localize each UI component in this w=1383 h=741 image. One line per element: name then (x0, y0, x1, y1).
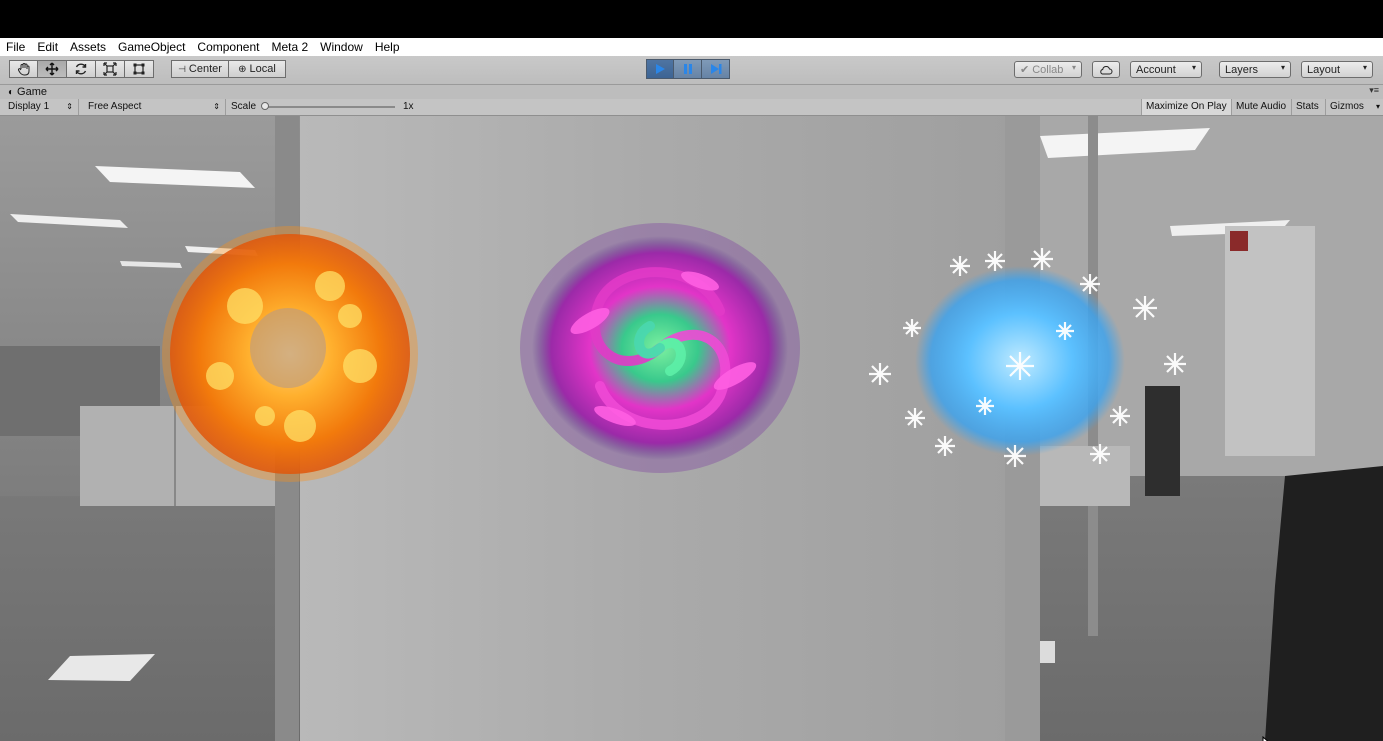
game-tab[interactable]: ◐ Game (8, 86, 47, 98)
scale-slider-track[interactable] (265, 106, 395, 108)
scale-label: Scale (231, 101, 257, 112)
stats-label: Stats (1296, 101, 1319, 112)
right-pillar (1225, 226, 1315, 456)
menu-file[interactable]: File (0, 38, 31, 56)
mute-label: Mute Audio (1236, 101, 1287, 112)
play-icon (656, 64, 665, 74)
mute-audio-toggle[interactable]: Mute Audio (1231, 99, 1290, 115)
aspect-label: Free Aspect (88, 101, 142, 112)
menu-meta2[interactable]: Meta 2 (265, 38, 314, 56)
foreground-chair (1265, 466, 1383, 741)
display-label: Display 1 (8, 101, 50, 112)
tab-menu-icon[interactable]: ▾≡ (1369, 85, 1379, 96)
chevron-down-icon: ▾ (1191, 63, 1196, 72)
collab-dropdown[interactable]: ✔ Collab ▾ (1014, 61, 1082, 78)
layout-label: Layout (1307, 63, 1341, 76)
vortex-portal[interactable] (520, 223, 800, 473)
check-icon: ✔ (1020, 64, 1030, 76)
center-pivot-icon: ⊣ (178, 63, 186, 74)
account-dropdown[interactable]: Account ▾ (1130, 61, 1202, 78)
gizmos-label: Gizmos (1330, 101, 1364, 112)
cloud-icon (1100, 65, 1113, 74)
rotate-tool-button[interactable] (67, 60, 96, 78)
scale-icon (103, 62, 117, 76)
cloud-button[interactable] (1092, 61, 1120, 78)
rect-icon (133, 63, 145, 75)
layers-label: Layers (1225, 63, 1259, 76)
pivot-center-button[interactable]: ⊣ Center (171, 60, 229, 78)
layout-dropdown[interactable]: Layout ▾ (1301, 61, 1373, 78)
game-scene (0, 116, 1383, 741)
game-tab-bar: ◐ Game ▾≡ (0, 85, 1383, 99)
scale-slider-handle[interactable] (261, 102, 269, 110)
pivot-local-label: Local (249, 63, 276, 75)
display-dropdown[interactable]: Display 1 ⇕ (0, 99, 79, 115)
chevron-down-icon: ▾ (1280, 63, 1285, 72)
updown-icon: ⇕ (213, 102, 220, 111)
menu-bar: File Edit Assets GameObject Component Me… (0, 38, 1383, 56)
collab-label: Collab (1032, 63, 1064, 76)
pause-button[interactable] (674, 59, 702, 79)
scale-tool-button[interactable] (96, 60, 125, 78)
account-label: Account (1136, 63, 1176, 76)
chevron-down-icon: ▾ (1375, 102, 1380, 111)
menu-gameobject[interactable]: GameObject (112, 38, 191, 56)
play-button[interactable] (646, 59, 674, 79)
hand-icon (17, 63, 29, 76)
maximize-label: Maximize On Play (1146, 101, 1227, 112)
office-chair (1145, 386, 1180, 496)
game-view-controls: Display 1 ⇕ Free Aspect ⇕ Scale 1x Maxim… (0, 99, 1383, 116)
menu-help[interactable]: Help (369, 38, 406, 56)
main-toolbar: ⊣ Center ⊕ Local ✔ Collab ▾ Account ▾ La… (0, 56, 1383, 85)
game-viewport[interactable] (0, 116, 1383, 741)
stats-toggle[interactable]: Stats (1291, 99, 1323, 115)
game-controller-icon: ◐ (8, 86, 15, 98)
transform-tools (9, 60, 154, 80)
pivot-center-label: Center (188, 63, 222, 75)
menu-edit[interactable]: Edit (31, 38, 64, 56)
wall-sign (1230, 231, 1248, 251)
game-tab-label: Game (17, 86, 48, 98)
updown-icon: ⇕ (66, 102, 73, 111)
hand-tool-button[interactable] (9, 60, 38, 78)
move-tool-button[interactable] (38, 60, 67, 78)
window-top-bar (0, 0, 1383, 38)
gizmos-dropdown[interactable]: Gizmos ▾ (1325, 99, 1383, 115)
maximize-on-play-toggle[interactable]: Maximize On Play (1141, 99, 1231, 115)
menu-component[interactable]: Component (191, 38, 265, 56)
chevron-down-icon: ▾ (1071, 63, 1076, 72)
pivot-local-button[interactable]: ⊕ Local (229, 60, 286, 78)
play-controls (646, 59, 730, 79)
layers-dropdown[interactable]: Layers ▾ (1219, 61, 1291, 78)
pause-icon (683, 64, 692, 74)
step-button[interactable] (702, 59, 730, 79)
mouse-cursor-icon (1262, 736, 1269, 741)
pivot-toggles: ⊣ Center ⊕ Local (171, 60, 286, 80)
rotate-icon (75, 63, 87, 75)
local-space-icon: ⊕ (238, 63, 247, 75)
fire-sphere[interactable] (162, 226, 418, 482)
aspect-dropdown[interactable]: Free Aspect ⇕ (80, 99, 226, 115)
rect-tool-button[interactable] (125, 60, 154, 78)
scale-value: 1x (403, 101, 414, 112)
menu-assets[interactable]: Assets (64, 38, 112, 56)
step-icon (710, 64, 721, 74)
menu-window[interactable]: Window (314, 38, 369, 56)
chevron-down-icon: ▾ (1362, 63, 1367, 72)
move-icon (45, 62, 59, 76)
